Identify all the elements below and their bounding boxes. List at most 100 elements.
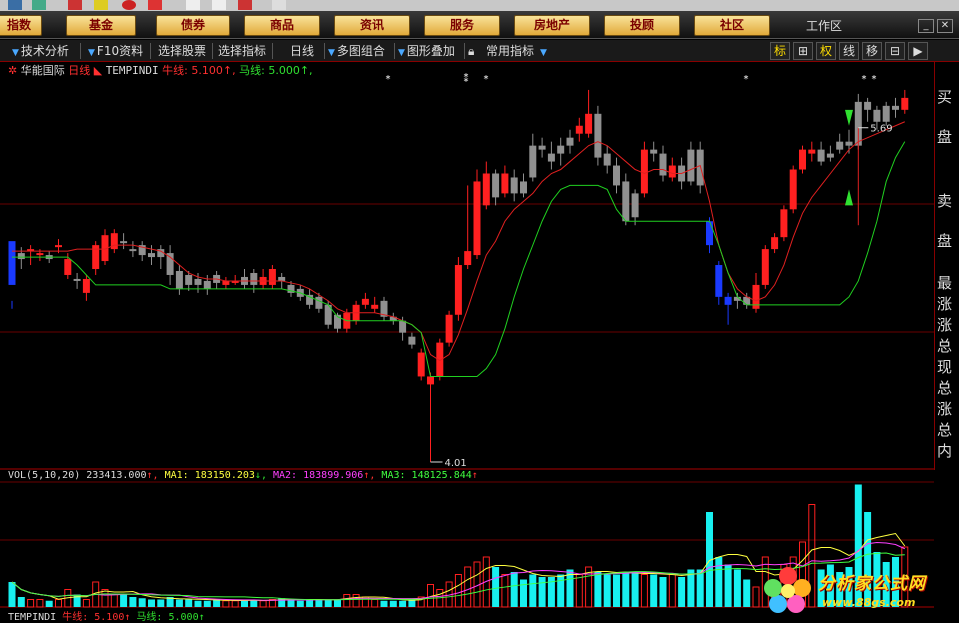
toolbar-button-2[interactable]: 权 <box>816 42 836 60</box>
volume-bar <box>185 599 193 607</box>
volume-bar <box>148 599 155 607</box>
menu-2[interactable]: 债券 <box>156 15 230 36</box>
multi-chart-button[interactable]: ▼ 多图组合 <box>328 43 385 59</box>
volume-bar <box>194 600 202 607</box>
lock-icon[interactable]: 🔒︎ <box>468 43 474 59</box>
candle-body <box>594 113 602 158</box>
menu-8[interactable]: 社区 <box>694 15 770 36</box>
workarea-label[interactable]: 工作区 <box>806 17 842 34</box>
ma3-label: MA3: <box>381 470 406 481</box>
menu-1[interactable]: 基金 <box>66 15 136 36</box>
volume-bar <box>603 574 611 607</box>
volume-bar <box>501 574 509 608</box>
toolbar-button-1[interactable]: ⊞ <box>793 42 813 60</box>
buy-arrow-icon <box>845 189 853 206</box>
select-indicator-button[interactable]: 选择指标 <box>218 43 266 59</box>
dropdown-arrow-icon: ▼ <box>12 48 19 58</box>
volume-bar <box>287 599 295 607</box>
tool-icon[interactable] <box>32 0 46 10</box>
separator <box>324 43 325 59</box>
separator <box>80 43 81 59</box>
gear-icon[interactable]: ✲ <box>8 64 17 77</box>
candle-body <box>547 153 555 162</box>
menu-7[interactable]: 投顾 <box>604 15 680 36</box>
menu-3[interactable]: 商品 <box>244 15 320 36</box>
chart-tool-icon[interactable] <box>68 0 82 10</box>
candle-body <box>399 320 407 333</box>
toolbar-button-3[interactable]: 线 <box>839 42 859 60</box>
candle-body <box>417 352 425 377</box>
candle-body <box>650 149 658 154</box>
volume-bar <box>334 599 341 607</box>
candle-body <box>520 181 527 194</box>
document-icon[interactable] <box>186 0 200 10</box>
volume-bar <box>82 599 90 608</box>
candle-body <box>529 145 537 178</box>
quote-side-panel: 买盘卖盘最涨涨总现总涨总内 <box>934 62 959 470</box>
bottom-niu-label: 牛线: <box>62 612 89 623</box>
candle-body <box>882 105 890 122</box>
volume-bar <box>175 599 183 607</box>
volume-bar <box>492 567 500 607</box>
overlay-button[interactable]: ▼ 图形叠加 <box>398 43 455 59</box>
volume-bar <box>129 597 137 607</box>
select-stock-button[interactable]: 选择股票 <box>158 43 206 59</box>
menu-5[interactable]: 服务 <box>424 15 500 36</box>
toolbar-button-4[interactable]: 移 <box>862 42 882 60</box>
candle-body <box>715 265 723 297</box>
dropdown-arrow-icon[interactable]: ▼ <box>540 43 549 59</box>
candle-body <box>82 278 90 293</box>
watermark: 分析家公式网 www.88gs.com <box>760 562 956 618</box>
diamond-icon[interactable] <box>94 0 108 10</box>
bars-icon[interactable] <box>238 0 252 10</box>
sell-arrow-icon <box>845 109 853 126</box>
volume-bar <box>594 572 602 607</box>
volume-bar <box>101 589 109 608</box>
signal-marker-0: * <box>386 74 391 85</box>
candle-body <box>771 237 779 250</box>
toolbar-button-6[interactable]: ▶ <box>908 42 928 60</box>
common-indicator-button[interactable]: 常用指标 <box>486 43 534 59</box>
dropdown-arrow-icon: ▼ <box>398 48 405 58</box>
volume-bar <box>631 572 639 607</box>
menu-4[interactable]: 资讯 <box>334 15 410 36</box>
period-label: 日线 <box>68 64 91 77</box>
toolbar-button-5[interactable]: ⊟ <box>885 42 905 60</box>
signal-marker-4: * <box>862 74 867 85</box>
volume-bar <box>454 574 462 608</box>
minimize-icon[interactable]: _ <box>918 19 934 33</box>
candle-body <box>622 181 630 222</box>
volume-title: VOL(5,10,20) 233413.000↑, MA1: 183150.20… <box>8 470 478 481</box>
volume-bar <box>715 557 723 607</box>
candle-body <box>631 193 639 218</box>
watermark-url: www.88gs.com <box>822 596 916 609</box>
volume-bar <box>752 586 760 608</box>
alert-icon[interactable] <box>148 0 162 10</box>
menu-6[interactable]: 房地产 <box>514 15 590 36</box>
candle-body <box>696 149 704 186</box>
separator <box>212 43 213 59</box>
page-icon[interactable] <box>212 0 226 10</box>
signal-marker-5: * <box>872 74 877 85</box>
close-icon[interactable]: ✕ <box>937 19 953 33</box>
record-icon[interactable] <box>122 0 136 10</box>
flower-logo-icon <box>764 567 811 613</box>
toolbar-button-0[interactable]: 标 <box>770 42 790 60</box>
tech-analysis-button[interactable]: ▼ 技术分析 <box>12 43 69 59</box>
volume-bar <box>27 599 35 608</box>
panel-label-6: 涨 <box>937 316 953 334</box>
menu-0[interactable]: 指数 <box>0 15 42 36</box>
volume-bar <box>650 574 658 607</box>
volume-bar <box>55 599 62 608</box>
candle-body <box>492 173 500 198</box>
pointer-icon[interactable] <box>272 0 286 10</box>
chart-canvas[interactable]: *⁑****5.694.011414 <box>0 62 934 622</box>
app-icon[interactable] <box>8 0 22 10</box>
ma2-value: 183899.906 <box>303 470 364 481</box>
low-label: 4.01 <box>445 458 467 469</box>
candle-body <box>361 298 369 305</box>
bottom-indicator-title: TEMPINDI 牛线: 5.100↑ 马线: 5.000↑ <box>8 612 205 623</box>
volume-bar <box>157 599 165 607</box>
period-button[interactable]: 日线 <box>290 43 314 59</box>
tab-f10[interactable]: ▼ F10资料 <box>88 43 143 59</box>
